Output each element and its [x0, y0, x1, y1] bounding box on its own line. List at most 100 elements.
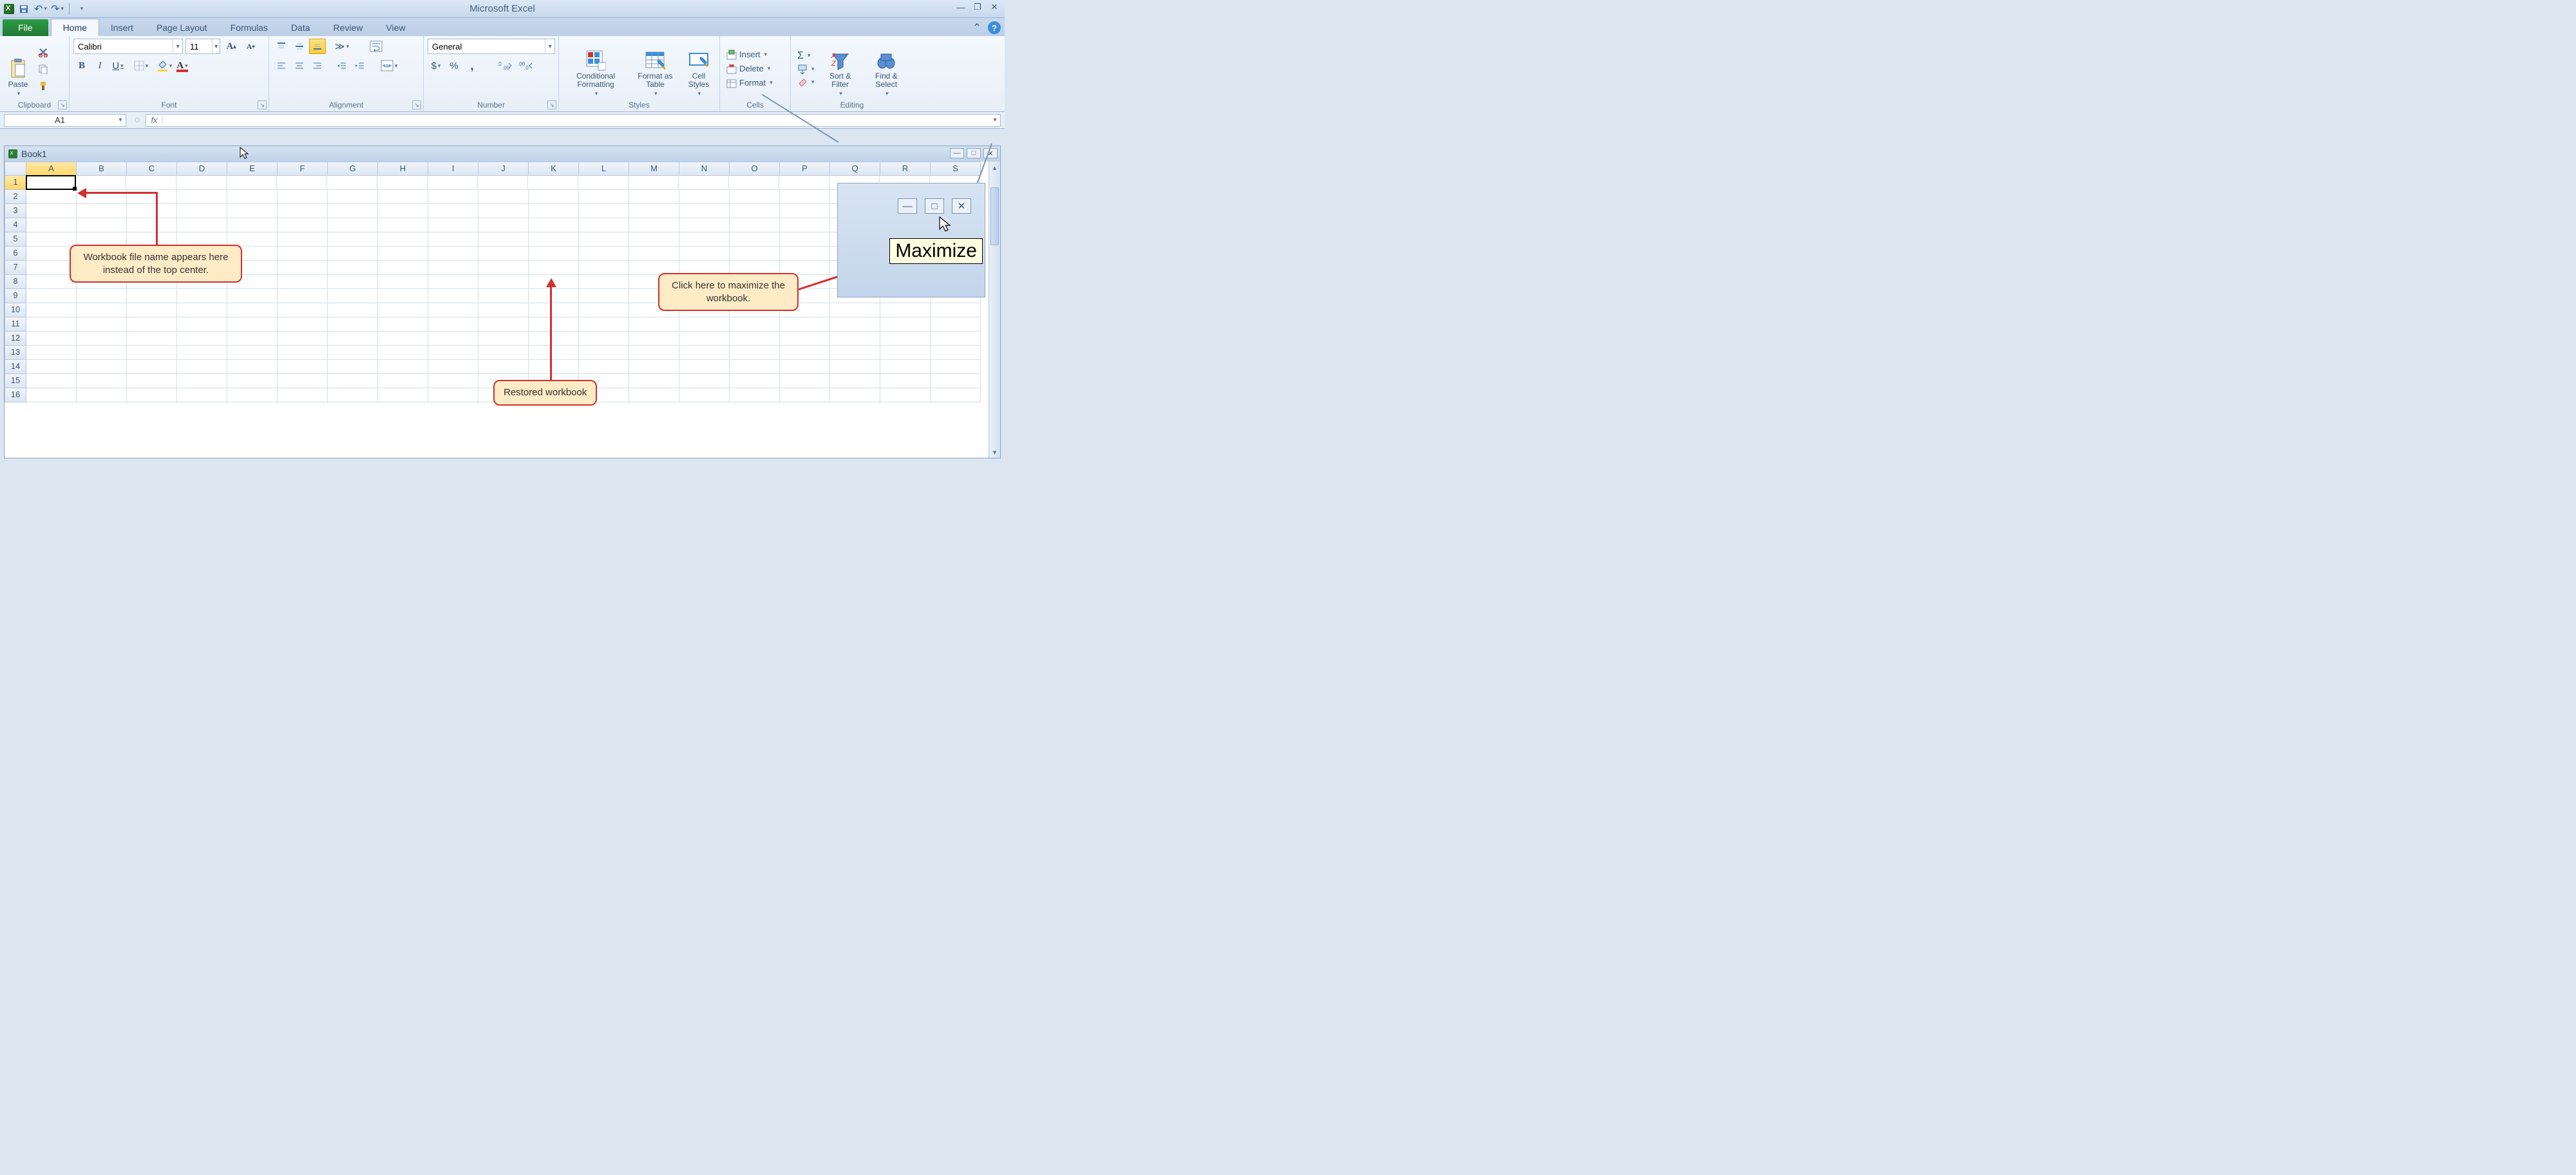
- cell[interactable]: [830, 346, 880, 360]
- workbook-maximize-button[interactable]: □: [967, 148, 981, 158]
- cell[interactable]: [729, 176, 779, 190]
- cell[interactable]: [378, 247, 428, 261]
- merge-center-button[interactable]: a▾: [379, 58, 399, 73]
- cell[interactable]: [77, 374, 127, 388]
- cell[interactable]: [227, 374, 278, 388]
- cell[interactable]: [629, 176, 679, 190]
- cell[interactable]: [428, 247, 478, 261]
- row-header[interactable]: 12: [5, 332, 26, 346]
- percent-format-button[interactable]: %: [446, 58, 462, 73]
- cell[interactable]: [730, 247, 780, 261]
- cell[interactable]: [780, 388, 830, 402]
- column-header[interactable]: Q: [830, 162, 880, 176]
- cell[interactable]: [378, 303, 428, 317]
- cell[interactable]: [328, 275, 378, 289]
- cell[interactable]: [779, 176, 829, 190]
- cell[interactable]: [478, 303, 529, 317]
- cell[interactable]: [579, 289, 629, 303]
- cell[interactable]: [529, 360, 579, 374]
- cell[interactable]: [278, 360, 328, 374]
- cell[interactable]: [629, 247, 679, 261]
- column-header[interactable]: R: [880, 162, 931, 176]
- cell[interactable]: [278, 332, 328, 346]
- cell[interactable]: [77, 303, 127, 317]
- cell[interactable]: [378, 388, 428, 402]
- cell[interactable]: [428, 346, 478, 360]
- cell[interactable]: [278, 374, 328, 388]
- cell[interactable]: [478, 346, 529, 360]
- conditional-formatting-button[interactable]: Conditional Formatting▾: [563, 39, 629, 99]
- row-header[interactable]: 7: [5, 261, 26, 275]
- cell[interactable]: [378, 360, 428, 374]
- row-header[interactable]: 16: [5, 388, 26, 402]
- format-painter-button[interactable]: [35, 78, 52, 93]
- cell[interactable]: [428, 218, 478, 232]
- cell[interactable]: [529, 303, 579, 317]
- column-header[interactable]: E: [227, 162, 278, 176]
- cell[interactable]: [579, 218, 629, 232]
- cell[interactable]: [579, 346, 629, 360]
- column-header[interactable]: H: [378, 162, 428, 176]
- workbook-minimize-button[interactable]: —: [950, 148, 964, 158]
- cell[interactable]: [579, 190, 629, 204]
- cell[interactable]: [26, 346, 77, 360]
- font-name-field[interactable]: ▾: [73, 39, 183, 54]
- cell[interactable]: [227, 289, 278, 303]
- row-header[interactable]: 5: [5, 232, 26, 247]
- cell[interactable]: [679, 388, 730, 402]
- cell[interactable]: [278, 317, 328, 332]
- cell[interactable]: [679, 360, 730, 374]
- fx-button[interactable]: fx: [146, 115, 163, 125]
- cell[interactable]: [880, 346, 931, 360]
- cell[interactable]: [127, 317, 177, 332]
- cell[interactable]: [278, 388, 328, 402]
- autosum-button[interactable]: Σ▾: [795, 50, 817, 62]
- cell[interactable]: [328, 232, 378, 247]
- cell[interactable]: [26, 374, 77, 388]
- cell[interactable]: [478, 190, 529, 204]
- cell[interactable]: [77, 289, 127, 303]
- cell[interactable]: [177, 289, 227, 303]
- row-header[interactable]: 14: [5, 360, 26, 374]
- cell[interactable]: [478, 204, 529, 218]
- cell[interactable]: [830, 360, 880, 374]
- cell[interactable]: [578, 176, 629, 190]
- cell[interactable]: [26, 175, 76, 190]
- cell[interactable]: [679, 317, 730, 332]
- accounting-format-button[interactable]: $▾: [428, 58, 444, 73]
- cell[interactable]: [579, 360, 629, 374]
- delete-cells-button[interactable]: Delete▾: [724, 63, 775, 75]
- row-header[interactable]: 2: [5, 190, 26, 204]
- cell[interactable]: [177, 332, 227, 346]
- cell[interactable]: [730, 190, 780, 204]
- cell[interactable]: [629, 232, 679, 247]
- cell[interactable]: [227, 332, 278, 346]
- cell[interactable]: [227, 303, 278, 317]
- select-all-corner[interactable]: [5, 162, 26, 176]
- vertical-scrollbar[interactable]: ▴ ▾: [989, 162, 1000, 458]
- cell[interactable]: [679, 176, 729, 190]
- cell[interactable]: [629, 190, 679, 204]
- cell[interactable]: [227, 190, 278, 204]
- cell[interactable]: [730, 374, 780, 388]
- cell[interactable]: [328, 303, 378, 317]
- cell[interactable]: [328, 289, 378, 303]
- clipboard-dialog-launcher[interactable]: ↘: [58, 100, 67, 109]
- file-tab[interactable]: File: [3, 19, 48, 36]
- cell[interactable]: [377, 176, 428, 190]
- cell[interactable]: [26, 232, 77, 247]
- cell[interactable]: [830, 388, 880, 402]
- grow-font-button[interactable]: A▴: [223, 39, 240, 54]
- cell[interactable]: [830, 317, 880, 332]
- cell[interactable]: [629, 360, 679, 374]
- cell[interactable]: [77, 218, 127, 232]
- cell[interactable]: [77, 332, 127, 346]
- cell[interactable]: [780, 204, 830, 218]
- cell[interactable]: [579, 232, 629, 247]
- cell[interactable]: [26, 218, 77, 232]
- cell[interactable]: [478, 317, 529, 332]
- cell[interactable]: [529, 247, 579, 261]
- cell[interactable]: [26, 190, 77, 204]
- cell[interactable]: [478, 275, 529, 289]
- cell[interactable]: [378, 190, 428, 204]
